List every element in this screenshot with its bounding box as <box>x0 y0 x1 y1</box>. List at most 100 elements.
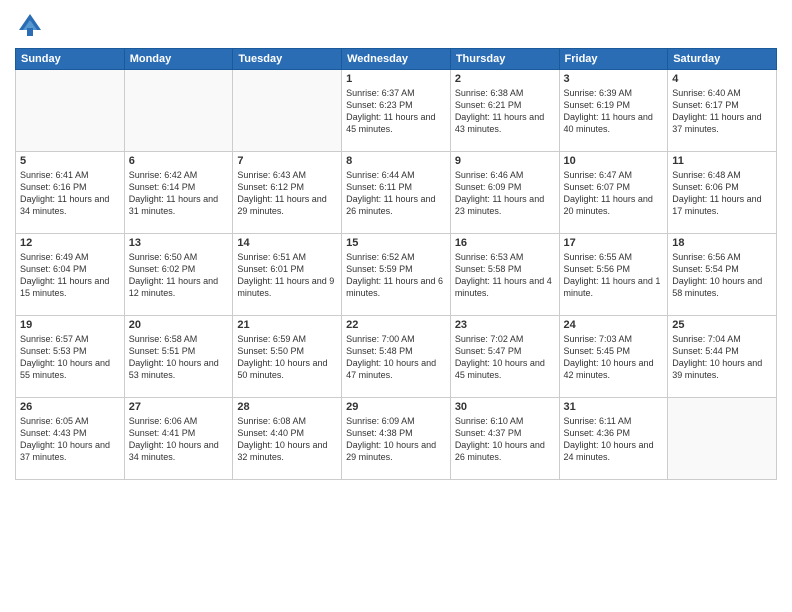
day-number: 21 <box>237 319 337 331</box>
calendar-cell: 9 Sunrise: 6:46 AM Sunset: 6:09 PM Daylig… <box>450 152 559 234</box>
header-saturday: Saturday <box>668 49 777 70</box>
day-info: Sunrise: 6:11 AM Sunset: 4:36 PM Dayligh… <box>564 415 664 464</box>
week-row-2: 12 Sunrise: 6:49 AM Sunset: 6:04 PM Dayli… <box>16 234 777 316</box>
day-info: Sunrise: 6:50 AM Sunset: 6:02 PM Dayligh… <box>129 251 229 300</box>
day-number: 27 <box>129 401 229 413</box>
day-number: 8 <box>346 155 446 167</box>
day-info: Sunrise: 7:03 AM Sunset: 5:45 PM Dayligh… <box>564 333 664 382</box>
day-info: Sunrise: 6:53 AM Sunset: 5:58 PM Dayligh… <box>455 251 555 300</box>
day-number: 2 <box>455 73 555 85</box>
day-info: Sunrise: 6:55 AM Sunset: 5:56 PM Dayligh… <box>564 251 664 300</box>
day-info: Sunrise: 6:10 AM Sunset: 4:37 PM Dayligh… <box>455 415 555 464</box>
day-number: 5 <box>20 155 120 167</box>
calendar-cell: 27 Sunrise: 6:06 AM Sunset: 4:41 PM Dayli… <box>124 398 233 480</box>
day-info: Sunrise: 6:49 AM Sunset: 6:04 PM Dayligh… <box>20 251 120 300</box>
week-row-4: 26 Sunrise: 6:05 AM Sunset: 4:43 PM Dayli… <box>16 398 777 480</box>
calendar-cell <box>124 70 233 152</box>
day-number: 1 <box>346 73 446 85</box>
header-friday: Friday <box>559 49 668 70</box>
week-row-0: 1 Sunrise: 6:37 AM Sunset: 6:23 PM Daylig… <box>16 70 777 152</box>
calendar-cell: 10 Sunrise: 6:47 AM Sunset: 6:07 PM Dayli… <box>559 152 668 234</box>
day-number: 28 <box>237 401 337 413</box>
logo <box>15 10 49 40</box>
calendar-cell <box>668 398 777 480</box>
day-info: Sunrise: 6:52 AM Sunset: 5:59 PM Dayligh… <box>346 251 446 300</box>
day-number: 30 <box>455 401 555 413</box>
day-info: Sunrise: 6:37 AM Sunset: 6:23 PM Dayligh… <box>346 87 446 136</box>
calendar-cell: 29 Sunrise: 6:09 AM Sunset: 4:38 PM Dayli… <box>342 398 451 480</box>
day-number: 6 <box>129 155 229 167</box>
calendar-cell <box>16 70 125 152</box>
calendar-cell: 22 Sunrise: 7:00 AM Sunset: 5:48 PM Dayli… <box>342 316 451 398</box>
page: SundayMondayTuesdayWednesdayThursdayFrid… <box>0 0 792 612</box>
calendar-cell: 28 Sunrise: 6:08 AM Sunset: 4:40 PM Dayli… <box>233 398 342 480</box>
calendar-cell: 11 Sunrise: 6:48 AM Sunset: 6:06 PM Dayli… <box>668 152 777 234</box>
day-info: Sunrise: 6:48 AM Sunset: 6:06 PM Dayligh… <box>672 169 772 218</box>
day-number: 17 <box>564 237 664 249</box>
day-number: 15 <box>346 237 446 249</box>
day-info: Sunrise: 7:02 AM Sunset: 5:47 PM Dayligh… <box>455 333 555 382</box>
calendar-cell: 4 Sunrise: 6:40 AM Sunset: 6:17 PM Daylig… <box>668 70 777 152</box>
day-number: 19 <box>20 319 120 331</box>
header-thursday: Thursday <box>450 49 559 70</box>
header-monday: Monday <box>124 49 233 70</box>
calendar-cell: 23 Sunrise: 7:02 AM Sunset: 5:47 PM Dayli… <box>450 316 559 398</box>
day-number: 25 <box>672 319 772 331</box>
day-info: Sunrise: 6:38 AM Sunset: 6:21 PM Dayligh… <box>455 87 555 136</box>
calendar-cell: 2 Sunrise: 6:38 AM Sunset: 6:21 PM Daylig… <box>450 70 559 152</box>
day-info: Sunrise: 6:47 AM Sunset: 6:07 PM Dayligh… <box>564 169 664 218</box>
week-row-3: 19Sunrise: 6:57 AM Sunset: 5:53 PM Dayli… <box>16 316 777 398</box>
day-info: Sunrise: 6:58 AM Sunset: 5:51 PM Dayligh… <box>129 333 229 382</box>
day-info: Sunrise: 6:51 AM Sunset: 6:01 PM Dayligh… <box>237 251 337 300</box>
calendar-cell: 5Sunrise: 6:41 AM Sunset: 6:16 PM Daylig… <box>16 152 125 234</box>
day-info: Sunrise: 6:44 AM Sunset: 6:11 PM Dayligh… <box>346 169 446 218</box>
calendar-cell: 26 Sunrise: 6:05 AM Sunset: 4:43 PM Dayli… <box>16 398 125 480</box>
header-sunday: Sunday <box>16 49 125 70</box>
calendar-cell: 18 Sunrise: 6:56 AM Sunset: 5:54 PM Dayli… <box>668 234 777 316</box>
header-tuesday: Tuesday <box>233 49 342 70</box>
day-number: 13 <box>129 237 229 249</box>
calendar-cell: 19Sunrise: 6:57 AM Sunset: 5:53 PM Dayli… <box>16 316 125 398</box>
header <box>15 10 777 40</box>
calendar-body: 1 Sunrise: 6:37 AM Sunset: 6:23 PM Daylig… <box>16 70 777 480</box>
day-number: 3 <box>564 73 664 85</box>
day-number: 7 <box>237 155 337 167</box>
logo-icon <box>15 10 45 40</box>
day-number: 16 <box>455 237 555 249</box>
calendar-cell: 25 Sunrise: 7:04 AM Sunset: 5:44 PM Dayli… <box>668 316 777 398</box>
day-number: 29 <box>346 401 446 413</box>
day-info: Sunrise: 6:56 AM Sunset: 5:54 PM Dayligh… <box>672 251 772 300</box>
day-info: Sunrise: 6:09 AM Sunset: 4:38 PM Dayligh… <box>346 415 446 464</box>
calendar-cell: 8 Sunrise: 6:44 AM Sunset: 6:11 PM Daylig… <box>342 152 451 234</box>
calendar-table: SundayMondayTuesdayWednesdayThursdayFrid… <box>15 48 777 480</box>
day-number: 26 <box>20 401 120 413</box>
day-info: Sunrise: 6:06 AM Sunset: 4:41 PM Dayligh… <box>129 415 229 464</box>
header-row: SundayMondayTuesdayWednesdayThursdayFrid… <box>16 49 777 70</box>
calendar-cell: 7 Sunrise: 6:43 AM Sunset: 6:12 PM Daylig… <box>233 152 342 234</box>
day-info: Sunrise: 6:05 AM Sunset: 4:43 PM Dayligh… <box>20 415 120 464</box>
day-info: Sunrise: 6:43 AM Sunset: 6:12 PM Dayligh… <box>237 169 337 218</box>
day-number: 18 <box>672 237 772 249</box>
day-info: Sunrise: 7:04 AM Sunset: 5:44 PM Dayligh… <box>672 333 772 382</box>
day-number: 11 <box>672 155 772 167</box>
day-info: Sunrise: 6:08 AM Sunset: 4:40 PM Dayligh… <box>237 415 337 464</box>
day-number: 9 <box>455 155 555 167</box>
calendar-cell: 13 Sunrise: 6:50 AM Sunset: 6:02 PM Dayli… <box>124 234 233 316</box>
calendar-cell: 17 Sunrise: 6:55 AM Sunset: 5:56 PM Dayli… <box>559 234 668 316</box>
calendar-cell: 15 Sunrise: 6:52 AM Sunset: 5:59 PM Dayli… <box>342 234 451 316</box>
calendar-cell: 20Sunrise: 6:58 AM Sunset: 5:51 PM Dayli… <box>124 316 233 398</box>
day-number: 31 <box>564 401 664 413</box>
day-number: 4 <box>672 73 772 85</box>
calendar-header: SundayMondayTuesdayWednesdayThursdayFrid… <box>16 49 777 70</box>
day-number: 12 <box>20 237 120 249</box>
day-number: 23 <box>455 319 555 331</box>
day-info: Sunrise: 6:40 AM Sunset: 6:17 PM Dayligh… <box>672 87 772 136</box>
day-number: 10 <box>564 155 664 167</box>
day-number: 22 <box>346 319 446 331</box>
calendar-cell: 30 Sunrise: 6:10 AM Sunset: 4:37 PM Dayli… <box>450 398 559 480</box>
calendar-cell: 12 Sunrise: 6:49 AM Sunset: 6:04 PM Dayli… <box>16 234 125 316</box>
day-info: Sunrise: 6:42 AM Sunset: 6:14 PM Dayligh… <box>129 169 229 218</box>
day-info: Sunrise: 6:46 AM Sunset: 6:09 PM Dayligh… <box>455 169 555 218</box>
calendar-cell: 21Sunrise: 6:59 AM Sunset: 5:50 PM Dayli… <box>233 316 342 398</box>
day-info: Sunrise: 7:00 AM Sunset: 5:48 PM Dayligh… <box>346 333 446 382</box>
